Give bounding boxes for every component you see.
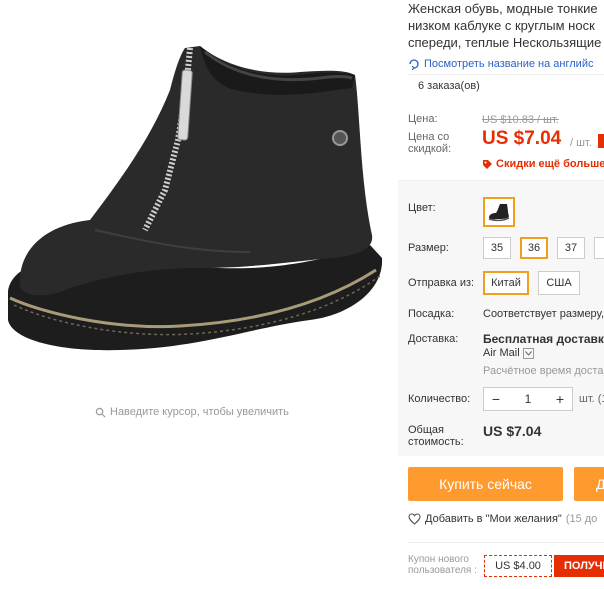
coupon-value: US $4.00: [484, 555, 552, 577]
product-image[interactable]: [0, 30, 390, 370]
quantity-minus-button[interactable]: −: [484, 391, 508, 407]
quantity-input[interactable]: 1: [508, 392, 548, 406]
sale-badge: [598, 134, 604, 148]
delivery-title: Бесплатная доставка в: [483, 332, 604, 346]
size-option-more[interactable]: [594, 237, 604, 259]
quantity-label: Количество:: [408, 393, 471, 405]
discount-price: US $7.04: [482, 128, 562, 149]
delivery-carrier-select[interactable]: Air Mail: [483, 347, 534, 359]
ships-from-label: Отправка из:: [408, 277, 475, 289]
boot-thumbnail-icon: [488, 204, 510, 222]
translate-icon: [409, 59, 419, 70]
product-title-line: спереди, теплые Нескользящие: [408, 35, 602, 50]
heart-icon: [408, 513, 421, 525]
product-gallery: Наведите курсор, чтобы увеличить: [0, 0, 395, 589]
more-discounts-link[interactable]: Скидки ещё больше: [482, 158, 604, 170]
orders-count: 6 заказа(ов): [408, 74, 604, 92]
discount-price-label: Цена со скидкой:: [408, 131, 452, 155]
coupon-label: Купон нового пользователя :: [408, 554, 477, 576]
product-title: Женская обувь, модные тонкие низком кабл…: [408, 0, 604, 51]
price-unit: / шт.: [570, 137, 592, 149]
size-option-37[interactable]: 37: [557, 237, 585, 259]
product-info: Женская обувь, модные тонкие низком кабл…: [398, 0, 604, 589]
translate-link-text[interactable]: Посмотреть название на английс: [424, 58, 593, 70]
fit-value: Соответствует размеру,: [483, 308, 604, 320]
product-title-line: низком каблуке с круглым носк: [408, 18, 595, 33]
zoom-hint: Наведите курсор, чтобы увеличить: [95, 406, 289, 418]
total-price: US $7.04: [483, 423, 542, 439]
chevron-down-icon[interactable]: [522, 347, 534, 359]
add-to-cart-button[interactable]: Д: [574, 467, 604, 501]
product-title-line: Женская обувь, модные тонкие: [408, 1, 598, 16]
divider: [408, 542, 604, 543]
fit-label: Посадка:: [408, 308, 455, 320]
price-label: Цена:: [408, 113, 438, 125]
size-option-36[interactable]: 36: [520, 237, 548, 259]
wishlist-text[interactable]: Добавить в "Мои желания": [425, 513, 562, 525]
buy-now-button[interactable]: Купить сейчас: [408, 467, 563, 501]
zoom-hint-text: Наведите курсор, чтобы увеличить: [110, 406, 289, 418]
tag-icon: [483, 159, 492, 169]
ships-from-usa[interactable]: США: [538, 271, 580, 295]
color-label: Цвет:: [408, 202, 436, 214]
add-to-wishlist[interactable]: Добавить в "Мои желания" (15 до: [408, 513, 597, 525]
size-option-35[interactable]: 35: [483, 237, 511, 259]
size-label: Размер:: [408, 242, 449, 254]
quantity-plus-button[interactable]: +: [548, 391, 572, 407]
quantity-unit: шт. (1: [579, 393, 604, 405]
more-discounts-text[interactable]: Скидки ещё больше: [496, 158, 604, 170]
options-panel: Цвет: Размер: 35 36 37 Отправка из: Кита…: [398, 181, 604, 456]
color-swatch-black[interactable]: [483, 197, 515, 227]
delivery-time: Расчётное время доставки: [483, 365, 604, 377]
price-block: Цена: US $10.83 / шт. Цена со скидкой: U…: [402, 104, 604, 180]
translate-link[interactable]: Посмотреть название на английс: [408, 58, 593, 70]
total-label: Общая стоимость:: [408, 424, 464, 448]
quantity-stepper: − 1 +: [483, 387, 573, 411]
delivery-label: Доставка:: [408, 333, 459, 345]
ships-from-china[interactable]: Китай: [483, 271, 529, 295]
search-icon: [95, 407, 106, 418]
old-price: US $10.83 / шт.: [482, 114, 559, 126]
delivery-carrier-text: Air Mail: [483, 347, 520, 359]
wishlist-count: (15 до: [565, 513, 598, 525]
get-coupon-button[interactable]: ПОЛУЧИ: [554, 555, 604, 577]
